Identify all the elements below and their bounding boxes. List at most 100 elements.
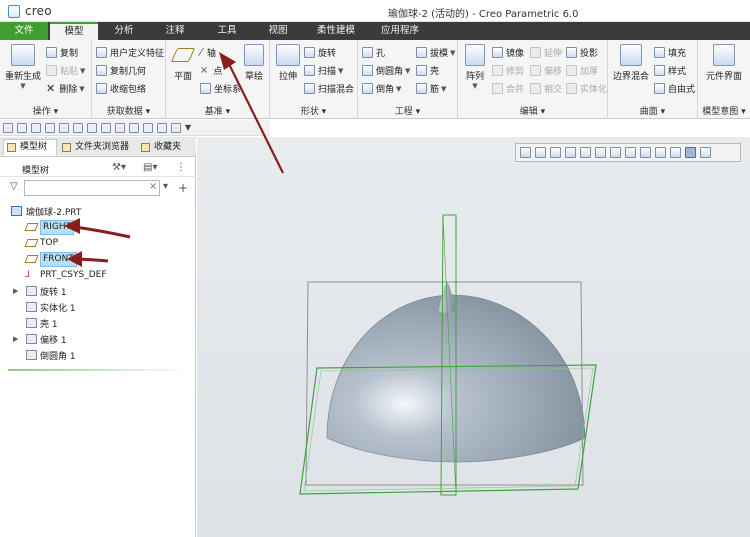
tab-folder-browser[interactable]: 文件夹浏览器 <box>58 139 134 156</box>
component-interface-button[interactable]: 元件界面 <box>700 44 748 82</box>
tab-view[interactable]: 视图 <box>258 22 298 40</box>
boundary-blend-button[interactable]: 边界混合 <box>610 44 652 82</box>
more-icon[interactable]: ⋮ <box>176 162 186 173</box>
chevron-down-icon: ▼ <box>80 66 86 75</box>
freestyle-button[interactable]: 自由式 <box>654 81 695 96</box>
group-label-surfaces[interactable]: 曲面 ▾ <box>608 104 697 117</box>
tree-item-shell[interactable]: 壳 1 <box>0 315 196 331</box>
tree-item-round[interactable]: 倒圆角 1 <box>0 347 196 363</box>
trim-button[interactable]: 修剪 <box>492 63 524 78</box>
graphics-viewport[interactable] <box>197 137 750 537</box>
app-logo: creo <box>8 4 52 18</box>
tree-item-root-part[interactable]: 瑜伽球-2.PRT <box>0 203 196 219</box>
hole-button[interactable]: 孔 <box>362 45 385 60</box>
paste-button[interactable]: 粘贴 ▼ <box>46 63 85 78</box>
close-window-icon[interactable] <box>87 122 97 133</box>
style-button[interactable]: 样式 <box>654 63 686 78</box>
expand-arrow-icon[interactable]: ▶ <box>13 335 18 343</box>
tab-analysis[interactable]: 分析 <box>104 22 144 40</box>
group-label-get-data[interactable]: 获取数据 ▾ <box>92 104 165 117</box>
chamfer-button[interactable]: 倒角 ▼ <box>362 81 401 96</box>
tree-item-revolve[interactable]: ▶ 旋转 1 <box>0 283 196 299</box>
regenerate-small-icon[interactable] <box>59 122 69 133</box>
undo-icon[interactable] <box>31 122 41 133</box>
expand-arrow-icon[interactable]: ▶ <box>13 287 18 295</box>
intersect-button[interactable]: 相交 <box>530 81 562 96</box>
axis-button[interactable]: ⁄ 轴 <box>200 45 216 60</box>
appearance-icon[interactable] <box>143 122 153 133</box>
sketch-button[interactable]: 草绘 <box>240 44 268 82</box>
tab-model[interactable]: 模型 <box>50 22 98 40</box>
tree-item-csys[interactable]: ⅃ PRT_CSYS_DEF <box>0 267 196 283</box>
offset-button[interactable]: 偏移 <box>530 63 562 78</box>
tree-item-top[interactable]: TOP <box>0 235 196 251</box>
thicken-button[interactable]: 加厚 <box>566 63 598 78</box>
tab-tools[interactable]: 工具 <box>207 22 247 40</box>
shrinkwrap-button[interactable]: 收缩包络 <box>96 81 146 96</box>
new-icon[interactable] <box>3 122 13 133</box>
draft-button[interactable]: 拔模 ▼ <box>416 45 455 60</box>
shell-button[interactable]: 壳 <box>416 63 439 78</box>
axis-icon: ⁄ <box>200 46 202 59</box>
group-label-datum[interactable]: 基准 ▾ <box>166 104 269 117</box>
udf-button[interactable]: 用户定义特征 <box>96 45 164 60</box>
regenerate-button[interactable]: 重新生成 ▼ <box>4 44 42 90</box>
extend-button[interactable]: 延伸 <box>530 45 562 60</box>
revolve-button[interactable]: 旋转 <box>304 45 336 60</box>
fill-button[interactable]: 填充 <box>654 45 686 60</box>
sweep-button[interactable]: 扫描 ▼ <box>304 63 343 78</box>
tree-item-offset[interactable]: ▶ 偏移 1 <box>0 331 196 347</box>
swept-blend-button[interactable]: 扫描混合 <box>304 81 354 96</box>
round-button[interactable]: 倒圆角 ▼ <box>362 63 410 78</box>
chevron-down-icon[interactable]: ▾ <box>163 181 168 192</box>
copy-geometry-button[interactable]: 复制几何 <box>96 63 146 78</box>
filter-small-icon[interactable] <box>115 122 125 133</box>
tree-columns-icon[interactable]: ▤▾ <box>143 162 157 173</box>
pattern-button[interactable]: 阵列 ▼ <box>461 44 489 90</box>
window-icon[interactable] <box>73 122 83 133</box>
display-icon[interactable] <box>171 122 181 133</box>
style-icon <box>654 65 665 76</box>
redo-icon[interactable] <box>45 122 55 133</box>
tab-file[interactable]: 文件 <box>0 22 48 40</box>
clear-icon[interactable]: × <box>149 181 157 192</box>
open-folder-icon[interactable] <box>157 122 167 133</box>
group-label-model-intent[interactable]: 模型意图 ▾ <box>698 104 750 117</box>
tree-settings-icon[interactable]: ⚒▾ <box>112 162 126 173</box>
project-button[interactable]: 投影 <box>566 45 598 60</box>
group-label-shapes[interactable]: 形状 ▾ <box>270 104 357 117</box>
group-label-editing[interactable]: 编辑 ▾ <box>458 104 607 117</box>
point-button[interactable]: × 点 <box>200 63 222 78</box>
delete-button[interactable]: ✕ 删除 ▼ <box>46 81 85 96</box>
tree-item-front[interactable]: FRONT <box>0 251 196 267</box>
select-icon[interactable] <box>101 122 111 133</box>
extrude-button[interactable]: 拉伸 <box>273 44 303 82</box>
tab-favorites[interactable]: 收藏夹 <box>137 139 193 156</box>
group-datum: 平面 ⁄ 轴 × 点 坐标系 草绘 基准 ▾ <box>166 40 270 119</box>
group-get-data: 用户定义特征 复制几何 收缩包络 获取数据 ▾ <box>92 40 166 119</box>
tab-annotate[interactable]: 注释 <box>155 22 195 40</box>
mirror-button[interactable]: 镜像 <box>492 45 524 60</box>
csys-button[interactable]: 坐标系 <box>200 81 241 96</box>
datum-plane-icon <box>24 223 39 231</box>
plane-button[interactable]: 平面 <box>169 44 197 82</box>
tree-item-solidify[interactable]: 实体化 1 <box>0 299 196 315</box>
search-input[interactable] <box>24 180 160 196</box>
merge-button[interactable]: 合并 <box>492 81 524 96</box>
tab-applications[interactable]: 应用程序 <box>373 22 427 40</box>
add-icon[interactable]: + <box>178 181 188 195</box>
tab-flexible-modeling[interactable]: 柔性建模 <box>309 22 363 40</box>
solidify-button[interactable]: 实体化 <box>566 81 607 96</box>
save-icon[interactable] <box>17 122 27 133</box>
group-label-operations[interactable]: 操作 ▾ <box>0 104 91 117</box>
customize-chevron-icon[interactable]: ▼ <box>185 123 191 132</box>
copy-button[interactable]: 复制 <box>46 45 78 60</box>
rib-button[interactable]: 筋 ▼ <box>416 81 446 96</box>
tree-item-right[interactable]: RIGHT <box>0 219 196 235</box>
boundary-blend-icon <box>620 44 642 66</box>
shape-icon[interactable] <box>129 122 139 133</box>
group-label-engineering[interactable]: 工程 ▾ <box>358 104 457 117</box>
filter-icon[interactable]: ▽ <box>10 182 20 192</box>
tab-model-tree[interactable]: 模型树 <box>3 139 57 156</box>
intersect-icon <box>530 83 541 94</box>
